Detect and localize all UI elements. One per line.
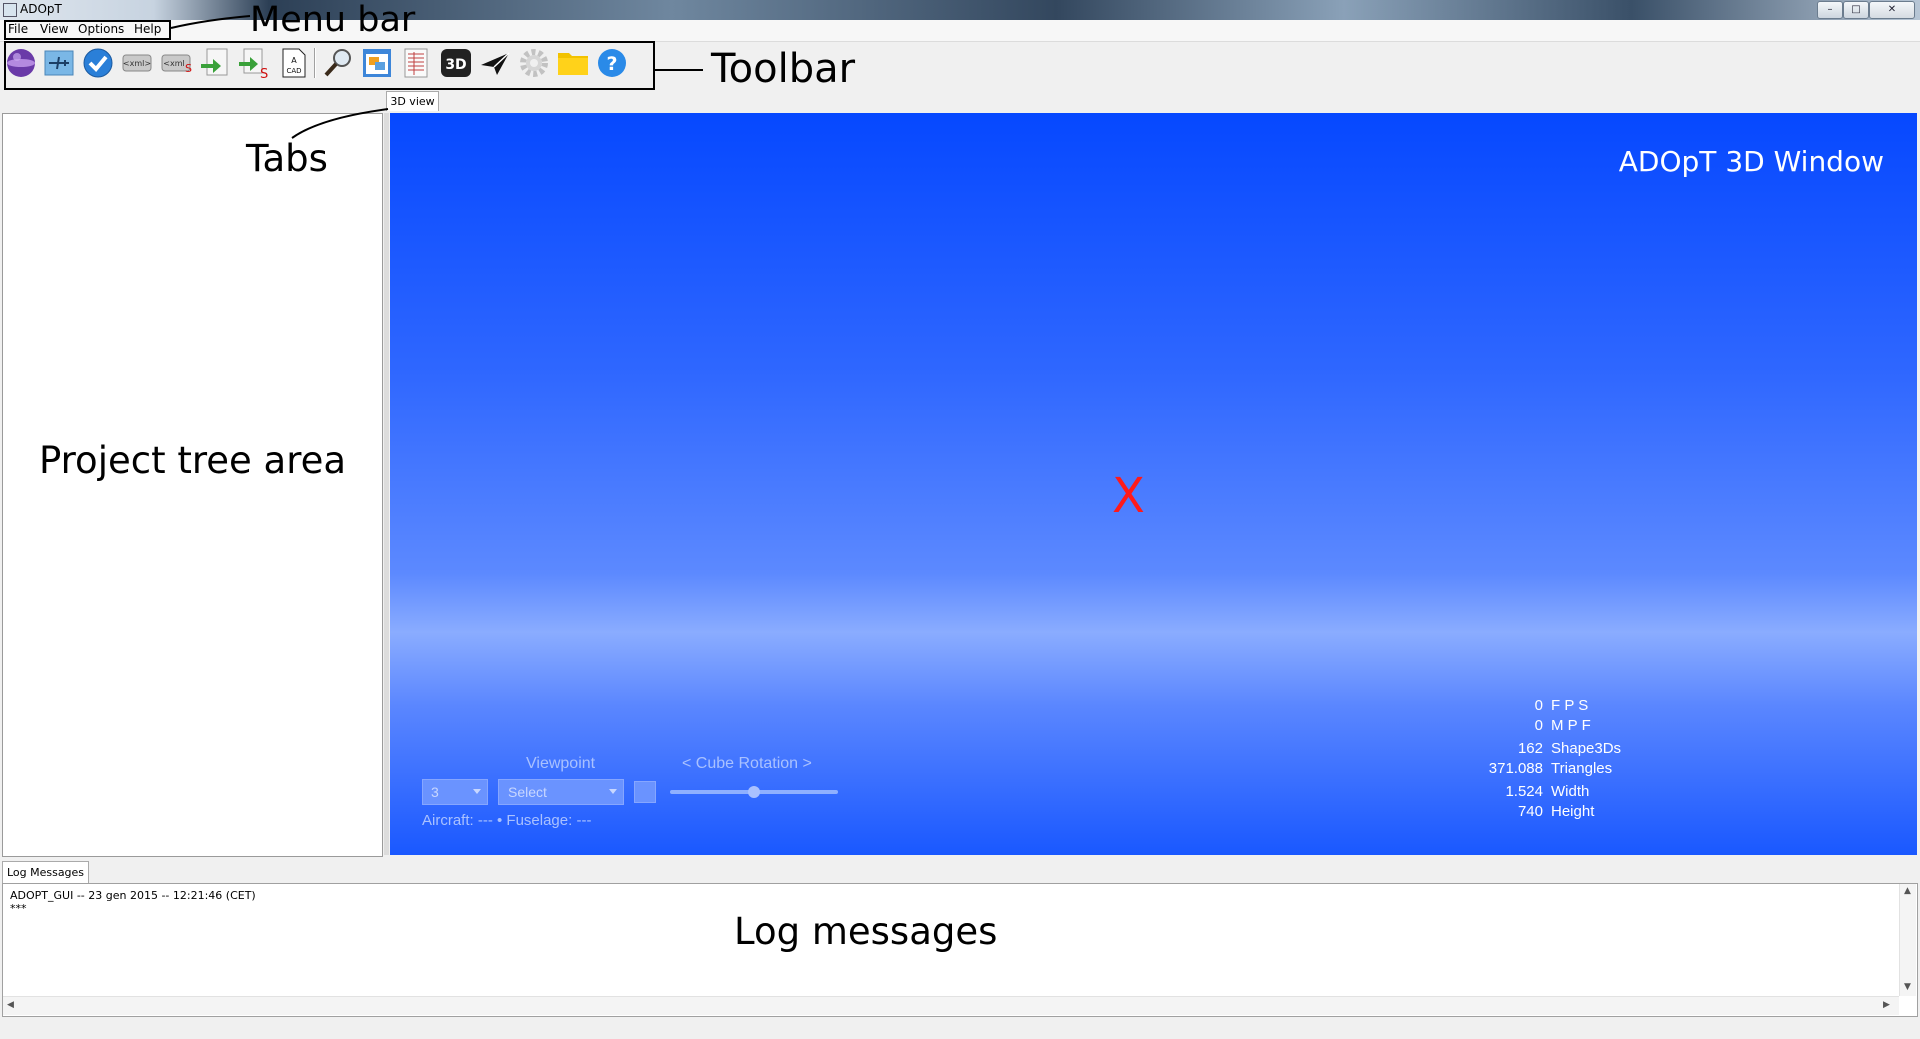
chevron-down-icon — [473, 789, 481, 794]
scroll-down-icon[interactable]: ▼ — [1904, 982, 1911, 992]
aircraft-info: Aircraft: --- • Fuselage: --- — [422, 812, 592, 829]
project-tree-panel[interactable] — [2, 113, 383, 857]
width-value: 1.524 — [1505, 783, 1543, 800]
mpf-value: 0 — [1534, 717, 1543, 734]
view-title: ADOpT 3D Window — [1618, 145, 1884, 178]
window-title: ADOpT — [20, 2, 62, 16]
panel-splitter[interactable] — [384, 113, 389, 855]
maximize-button[interactable]: □ — [1843, 1, 1869, 19]
log-messages-callout: Log messages — [734, 910, 998, 953]
toolbar-callout: Toolbar — [711, 46, 856, 92]
scroll-left-icon[interactable]: ◀ — [7, 1000, 14, 1010]
width-label: Width — [1551, 783, 1590, 800]
chevron-down-icon — [609, 789, 617, 794]
cube-rotation-slider-thumb[interactable] — [748, 786, 760, 798]
cube-rotation-label[interactable]: < Cube Rotation > — [682, 755, 812, 773]
mpf-label: M P F — [1551, 717, 1591, 734]
log-vertical-scrollbar[interactable]: ▲ ▼ — [1899, 884, 1916, 996]
tab-3d-view[interactable]: 3D view — [386, 91, 439, 111]
log-horizontal-scrollbar[interactable]: ◀ ▶ — [3, 996, 1899, 1015]
log-line: *** — [10, 902, 27, 915]
center-marker: X — [1112, 468, 1145, 524]
log-line: ADOPT_GUI -- 23 gen 2015 -- 12:21:46 (CE… — [10, 889, 256, 902]
close-button[interactable]: ✕ — [1869, 1, 1915, 19]
height-value: 740 — [1517, 803, 1543, 820]
viewpoint-select[interactable]: Select — [498, 779, 624, 805]
height-label: Height — [1551, 803, 1595, 820]
viewpoint-select-value: Select — [508, 784, 547, 800]
fps-label: F P S — [1551, 697, 1589, 714]
view-count-dropdown[interactable]: 3 — [422, 779, 488, 805]
scroll-up-icon[interactable]: ▲ — [1904, 886, 1911, 896]
tabs-callout: Tabs — [246, 137, 328, 180]
fps-value: 0 — [1534, 697, 1543, 714]
3d-view[interactable]: ADOpT 3D Window X Viewpoint < Cube Rotat… — [390, 113, 1917, 855]
view-count-value: 3 — [431, 784, 439, 800]
minimize-button[interactable]: – — [1817, 1, 1843, 19]
project-tree-callout: Project tree area — [39, 439, 347, 482]
tab-log-messages[interactable]: Log Messages — [2, 861, 89, 883]
toolbar-callout-box — [4, 41, 655, 90]
shape3ds-value: 162 — [1517, 740, 1543, 757]
viewpoint-label: Viewpoint — [526, 755, 596, 772]
app-icon — [3, 3, 17, 17]
menu-bar-callout: Menu bar — [250, 0, 416, 40]
triangles-label: Triangles — [1551, 760, 1613, 777]
triangles-value: 371.088 — [1488, 760, 1543, 777]
shape3ds-label: Shape3Ds — [1551, 740, 1622, 757]
menu-bar-callout-box — [4, 20, 171, 40]
view-toggle-button[interactable] — [634, 781, 656, 803]
scroll-right-icon[interactable]: ▶ — [1883, 1000, 1890, 1010]
